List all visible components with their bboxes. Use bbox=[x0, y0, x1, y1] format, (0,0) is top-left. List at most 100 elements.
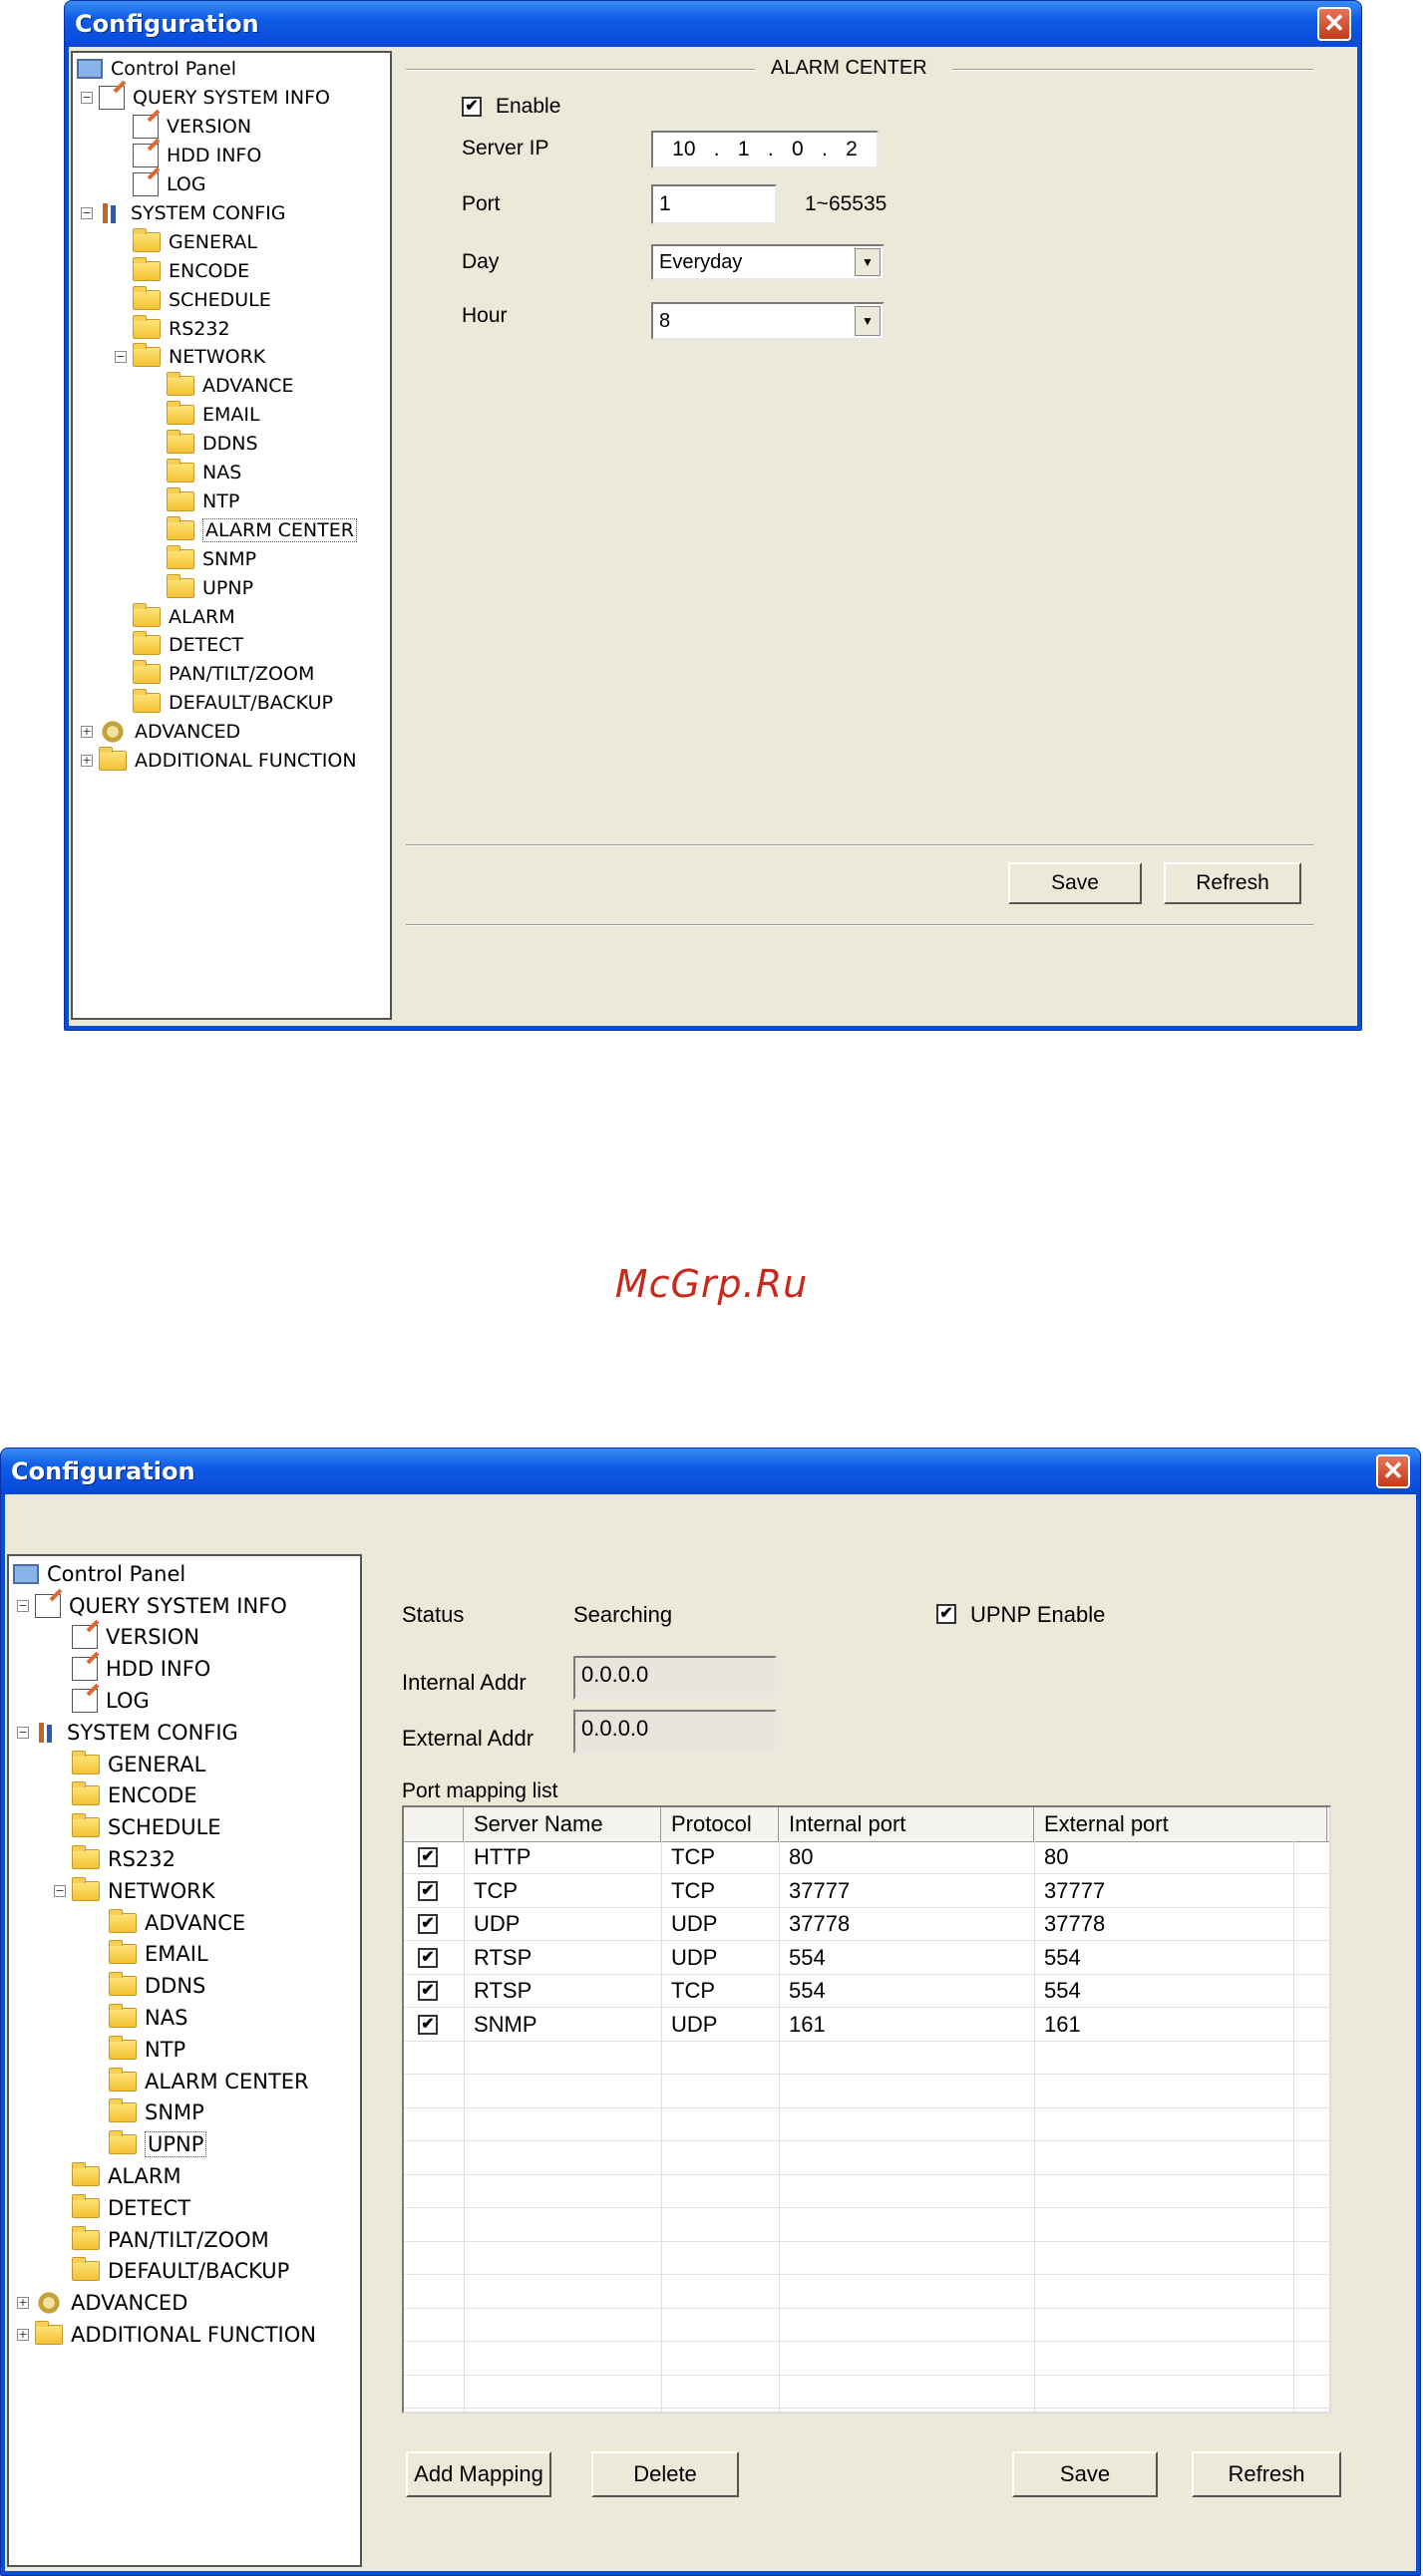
save-button[interactable]: Save bbox=[1012, 2451, 1158, 2497]
tree-item[interactable]: SCHEDULE bbox=[54, 1811, 221, 1843]
tree-item[interactable]: − SYSTEM CONFIG bbox=[81, 199, 285, 228]
tree-item[interactable]: + ADVANCED bbox=[17, 2287, 187, 2319]
tree-item[interactable]: SNMP bbox=[149, 544, 256, 573]
table-row[interactable]: ✔ RTSP TCP 554 554 bbox=[404, 1975, 1329, 2008]
tree-item[interactable]: − QUERY SYSTEM INFO bbox=[81, 84, 330, 113]
tree-item[interactable]: − QUERY SYSTEM INFO bbox=[17, 1590, 287, 1622]
tree-item[interactable]: VERSION bbox=[115, 113, 251, 142]
tree-item[interactable]: ALARM CENTER bbox=[91, 2066, 309, 2097]
server-ip-field[interactable]: 10 . 1 . 0 . 2 bbox=[651, 131, 879, 168]
tree-item[interactable]: DDNS bbox=[91, 1970, 205, 2002]
row-checkbox[interactable]: ✔ bbox=[418, 1847, 438, 1867]
tree-item[interactable]: SCHEDULE bbox=[115, 285, 271, 314]
tree-item[interactable]: DETECT bbox=[54, 2192, 190, 2224]
expand-icon[interactable]: + bbox=[17, 2297, 29, 2310]
tree-item[interactable]: ENCODE bbox=[54, 1780, 197, 1812]
tree-item[interactable]: ALARM bbox=[115, 602, 235, 631]
tree-item[interactable]: HDD INFO bbox=[54, 1653, 210, 1685]
column-header[interactable] bbox=[404, 1807, 464, 1841]
collapse-icon[interactable]: − bbox=[81, 92, 93, 105]
tree-item[interactable]: ADVANCE bbox=[149, 372, 294, 401]
column-header[interactable]: Protocol bbox=[661, 1807, 779, 1841]
refresh-button[interactable]: Refresh bbox=[1164, 862, 1301, 904]
collapse-icon[interactable]: − bbox=[115, 351, 127, 364]
tree-item[interactable]: Control Panel bbox=[13, 1558, 185, 1590]
tree-item[interactable]: DEFAULT/BACKUP bbox=[54, 2256, 289, 2288]
column-header[interactable]: Internal port bbox=[779, 1807, 1034, 1841]
tree-item[interactable]: NTP bbox=[149, 486, 239, 516]
tree-item[interactable]: NTP bbox=[91, 2034, 185, 2066]
tree-item[interactable]: VERSION bbox=[54, 1622, 199, 1654]
close-icon[interactable]: ✕ bbox=[1376, 1454, 1410, 1488]
tree-item[interactable]: − SYSTEM CONFIG bbox=[17, 1717, 238, 1749]
tree-item[interactable]: RS232 bbox=[115, 314, 230, 343]
table-row[interactable]: ✔ UDP UDP 37778 37778 bbox=[404, 1908, 1329, 1941]
expand-icon[interactable]: + bbox=[17, 2329, 29, 2342]
tree-item[interactable]: LOG bbox=[115, 170, 206, 199]
row-checkbox[interactable]: ✔ bbox=[418, 1947, 438, 1968]
tree-item[interactable]: + ADDITIONAL FUNCTION bbox=[17, 2319, 316, 2351]
tree-item[interactable]: NAS bbox=[91, 2002, 187, 2034]
tree-item[interactable]: EMAIL bbox=[149, 401, 260, 430]
tree-item[interactable]: UPNP bbox=[149, 573, 253, 602]
chevron-down-icon[interactable]: ▼ bbox=[855, 248, 881, 276]
tree-item[interactable]: DEFAULT/BACKUP bbox=[115, 689, 333, 718]
tree-item[interactable]: ALARM bbox=[54, 2160, 181, 2192]
save-button[interactable]: Save bbox=[1008, 862, 1142, 904]
tree-item[interactable]: PAN/TILT/ZOOM bbox=[115, 660, 314, 689]
collapse-icon[interactable]: − bbox=[81, 206, 93, 219]
tree-item[interactable]: DETECT bbox=[115, 631, 243, 660]
tree-item[interactable]: Control Panel bbox=[77, 55, 236, 84]
row-checkbox[interactable]: ✔ bbox=[418, 1914, 438, 1934]
collapse-icon[interactable]: − bbox=[54, 1884, 66, 1897]
title-bar[interactable]: Configuration ✕ bbox=[65, 1, 1361, 47]
tree-item[interactable]: GENERAL bbox=[54, 1749, 205, 1780]
ip-octet-1: 10 bbox=[672, 138, 696, 161]
tree-item[interactable]: − NETWORK bbox=[54, 1875, 214, 1907]
table-row[interactable]: ✔ RTSP UDP 554 554 bbox=[404, 1942, 1329, 1975]
expand-icon[interactable]: + bbox=[81, 726, 93, 739]
close-icon[interactable]: ✕ bbox=[1317, 7, 1351, 41]
tree-item[interactable]: + ADDITIONAL FUNCTION bbox=[81, 747, 357, 776]
refresh-button[interactable]: Refresh bbox=[1192, 2451, 1341, 2497]
chevron-down-icon[interactable]: ▼ bbox=[855, 306, 881, 336]
upnp-enable-checkbox[interactable]: ✔ bbox=[936, 1604, 956, 1624]
tree-item[interactable]: NAS bbox=[149, 459, 241, 487]
tree-item[interactable]: ALARM CENTER bbox=[149, 515, 357, 544]
tree-item-label: ALARM bbox=[169, 605, 235, 628]
column-header[interactable]: External port bbox=[1034, 1807, 1327, 1841]
tree-item[interactable]: − NETWORK bbox=[115, 343, 265, 372]
port-input[interactable]: 1 bbox=[651, 184, 777, 224]
title-bar[interactable]: Configuration ✕ bbox=[1, 1449, 1420, 1494]
row-checkbox[interactable]: ✔ bbox=[418, 2014, 438, 2035]
tree-item[interactable]: ENCODE bbox=[115, 256, 249, 285]
enable-checkbox[interactable]: ✔ bbox=[462, 97, 482, 117]
folder-icon bbox=[133, 689, 161, 714]
column-header[interactable]: Server Name bbox=[464, 1807, 661, 1841]
delete-button[interactable]: Delete bbox=[591, 2451, 739, 2497]
row-checkbox[interactable]: ✔ bbox=[418, 1880, 438, 1901]
hour-dropdown[interactable]: 8 ▼ bbox=[651, 302, 885, 340]
day-dropdown[interactable]: Everyday ▼ bbox=[651, 244, 885, 280]
tree-item[interactable]: EMAIL bbox=[91, 1939, 208, 1971]
expand-icon[interactable]: + bbox=[81, 755, 93, 768]
tree-item[interactable]: DDNS bbox=[149, 430, 258, 459]
table-row[interactable]: ✔ SNMP UDP 161 161 bbox=[404, 2009, 1329, 2042]
table-row[interactable]: ✔ TCP TCP 37777 37777 bbox=[404, 1875, 1329, 1908]
tree-item[interactable]: PAN/TILT/ZOOM bbox=[54, 2224, 269, 2256]
tree-item[interactable]: HDD INFO bbox=[115, 142, 261, 170]
tree-item[interactable]: UPNP bbox=[91, 2128, 207, 2160]
tree-item[interactable]: ADVANCE bbox=[91, 1907, 245, 1939]
tree-item[interactable]: LOG bbox=[54, 1685, 150, 1717]
table-row[interactable]: ✔ HTTP TCP 80 80 bbox=[404, 1841, 1329, 1874]
tree-item[interactable]: SNMP bbox=[91, 2097, 204, 2129]
collapse-icon[interactable]: − bbox=[17, 1599, 29, 1612]
tree-item[interactable]: + ADVANCED bbox=[81, 718, 240, 747]
collapse-icon[interactable]: − bbox=[17, 1726, 29, 1739]
tree-item[interactable]: RS232 bbox=[54, 1843, 176, 1875]
cell-protocol: UDP bbox=[671, 2011, 718, 2037]
row-checkbox[interactable]: ✔ bbox=[418, 1981, 438, 2001]
add-mapping-button[interactable]: Add Mapping bbox=[406, 2451, 551, 2497]
folder-icon bbox=[109, 2067, 137, 2092]
tree-item[interactable]: GENERAL bbox=[115, 227, 257, 256]
